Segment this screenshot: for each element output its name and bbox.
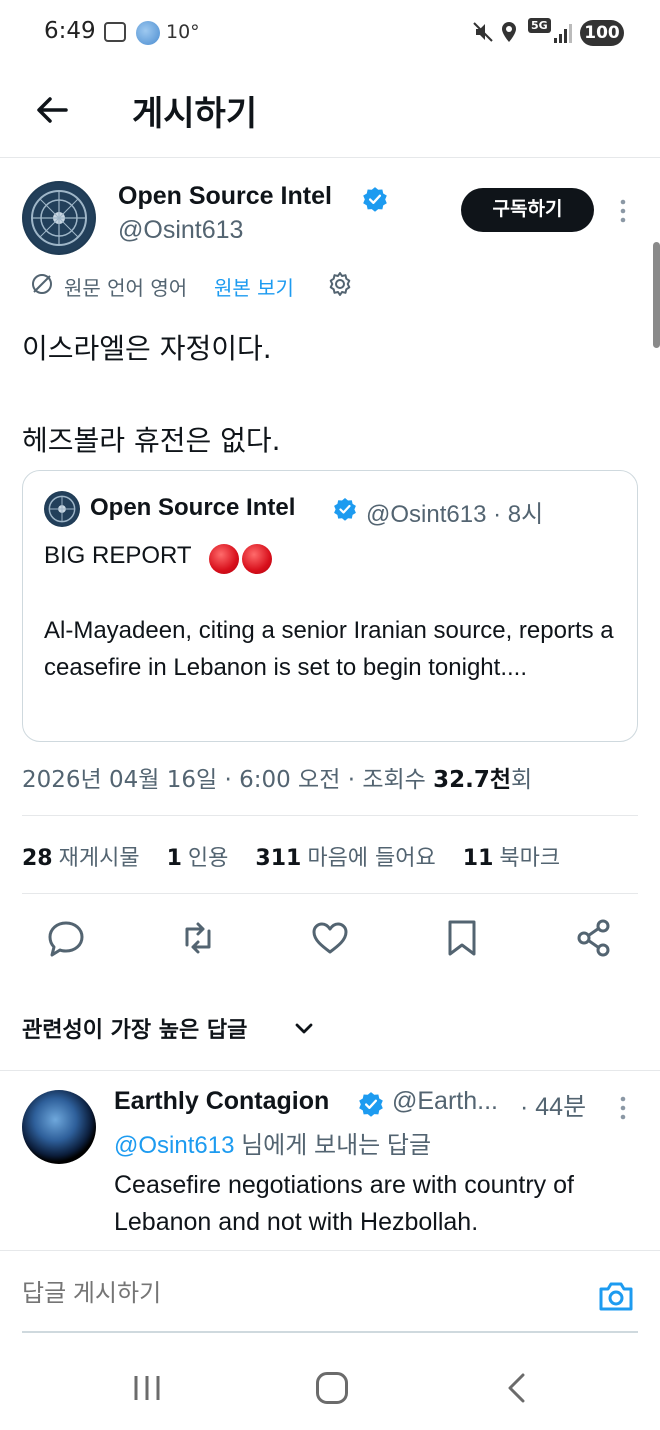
show-original-link[interactable]: 원본 보기 [214, 272, 294, 301]
location-icon [502, 22, 516, 42]
share-icon[interactable] [574, 915, 614, 961]
recent-apps-icon[interactable] [132, 1374, 162, 1402]
status-time: 6:49 [44, 18, 96, 44]
screenshot-icon [104, 22, 126, 42]
view-suffix: 회 [511, 767, 533, 793]
compose-underline [22, 1331, 638, 1333]
quoted-author-name: Open Source Intel [90, 494, 296, 521]
translation-source-label: 원문 언어 영어 [64, 276, 188, 300]
mute-icon [473, 22, 493, 42]
scrollbar-thumb[interactable] [653, 242, 660, 348]
osint-logo-icon [24, 183, 94, 253]
reply-sort-dropdown[interactable]: 관련성이 가장 높은 답글 [22, 1012, 247, 1044]
like-icon[interactable] [310, 915, 350, 961]
reply-author-handle[interactable]: @Earth... [392, 1087, 498, 1116]
post-text: 이스라엘은 자정이다. 헤즈볼라 휴전은 없다. [22, 332, 281, 457]
quoted-author-handle: @Osint613 · 8시 [366, 501, 544, 528]
divider [22, 893, 638, 894]
signal-icon [554, 24, 572, 43]
reply-compose-input[interactable] [22, 1280, 562, 1308]
author-avatar[interactable] [22, 181, 96, 255]
reply-text: Ceasefire negotiations are with country … [114, 1171, 574, 1236]
translate-icon [32, 274, 52, 294]
gear-icon[interactable] [326, 270, 354, 298]
page-title: 게시하기 [132, 94, 258, 134]
battery-indicator: 100 [580, 20, 624, 46]
engagement-stats: 28 재게시물 1 인용 311 마음에 들어요 11 북마크 [22, 840, 580, 872]
osint-logo-icon [44, 491, 80, 527]
stat-bookmarks[interactable]: 11 북마크 [463, 840, 560, 872]
author-name[interactable]: Open Source Intel [118, 182, 332, 211]
stat-likes[interactable]: 311 마음에 들어요 [255, 840, 435, 872]
quoted-body: Al-Mayadeen, citing a senior Iranian sou… [44, 617, 614, 681]
quoted-headline: BIG REPORT [44, 542, 192, 569]
subscribe-button[interactable]: 구독하기 [461, 188, 594, 232]
weather-icon [136, 21, 160, 45]
status-temperature: 10° [166, 21, 200, 43]
more-options-icon[interactable] [612, 196, 634, 226]
home-button-icon[interactable] [316, 1372, 348, 1404]
chevron-down-icon[interactable] [292, 1017, 316, 1041]
quoted-author-avatar [44, 491, 80, 527]
reply-author-name[interactable]: Earthly Contagion [114, 1087, 329, 1116]
view-count: 32.7천 [433, 767, 512, 793]
bookmark-icon[interactable] [442, 915, 482, 961]
repost-icon[interactable] [178, 915, 218, 961]
reply-timestamp: · 44분 [520, 1093, 587, 1121]
stat-reposts[interactable]: 28 재게시물 [22, 840, 140, 872]
red-circle-icon [242, 544, 272, 574]
action-bar [0, 915, 660, 965]
post-meta: 2026년 04월 16일 · 6:00 오전 · 조회수 32.7천회 [22, 760, 532, 794]
verified-badge-icon [334, 498, 356, 521]
network-badge: 5G [528, 18, 551, 33]
red-circle-icon [209, 544, 239, 574]
verified-badge-icon [359, 1092, 383, 1117]
stat-quotes[interactable]: 1 인용 [167, 840, 229, 872]
author-handle[interactable]: @Osint613 [118, 216, 243, 245]
arrow-left-icon[interactable] [30, 88, 74, 132]
divider [0, 1070, 660, 1071]
reply-icon[interactable] [46, 915, 86, 961]
reply-to-line: @Osint613 님에게 보내는 답글 [114, 1125, 431, 1160]
reply-to-mention[interactable]: @Osint613 [114, 1132, 234, 1159]
divider [22, 815, 638, 816]
system-back-icon[interactable] [504, 1372, 528, 1404]
more-options-icon[interactable] [612, 1094, 634, 1122]
reply-author-avatar[interactable] [22, 1090, 96, 1164]
reply-to-suffix: 님에게 보내는 답글 [234, 1132, 432, 1159]
post-datetime: 2026년 04월 16일 · 6:00 오전 · 조회수 [22, 767, 434, 793]
camera-icon[interactable] [598, 1280, 634, 1312]
top-app-bar [0, 66, 660, 158]
verified-badge-icon [363, 187, 387, 212]
